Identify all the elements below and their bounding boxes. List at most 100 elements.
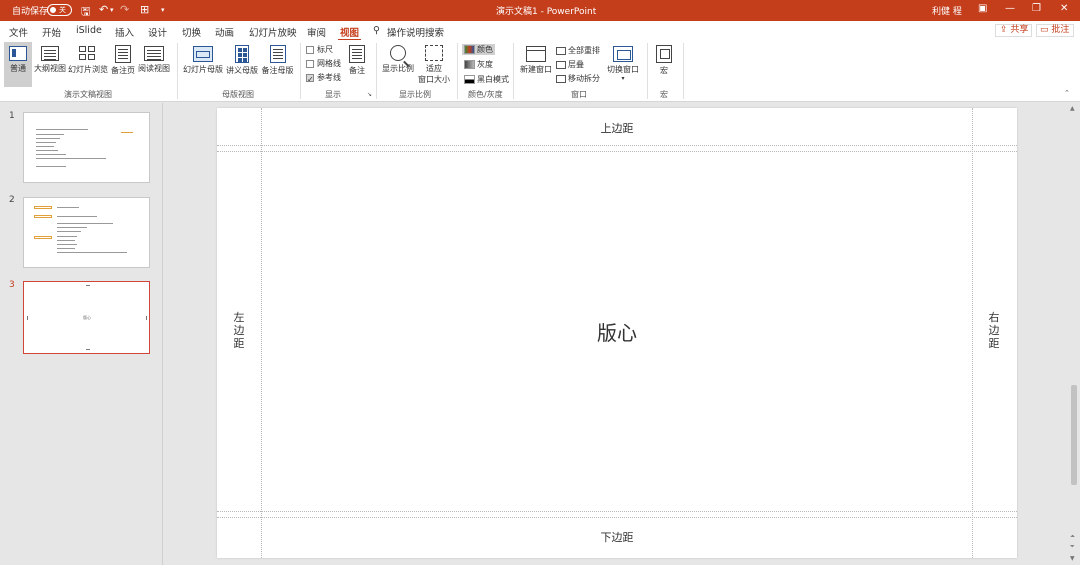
title-bar: 自动保存 关 🖫 ↶ ▾ ↷ ⊞ ▾ 演示文稿1 - PowerPoint 利健…	[0, 0, 1080, 21]
redo-icon[interactable]: ↷	[120, 3, 129, 16]
switch-window-icon	[613, 46, 633, 62]
document-title: 演示文稿1 - PowerPoint	[496, 7, 597, 17]
thumbnail-center-text: 版心	[83, 315, 91, 320]
new-window-button[interactable]: 新建窗口	[518, 42, 554, 87]
autosave-state: 关	[59, 6, 66, 14]
tab-transitions[interactable]: 切换	[182, 25, 201, 39]
move-split-icon	[556, 74, 566, 83]
notes-page-label: 备注页	[111, 66, 135, 75]
guide-horizontal[interactable]	[217, 511, 1017, 512]
notes-button[interactable]: 备注	[345, 42, 369, 87]
macros-button[interactable]: 宏	[652, 42, 676, 87]
outline-view-button[interactable]: 大纲视图	[33, 42, 67, 87]
top-margin-label[interactable]: 上边距	[217, 120, 1017, 136]
scroll-down-icon[interactable]: ▼	[1070, 555, 1075, 562]
scroll-up-icon[interactable]: ▲	[1070, 105, 1075, 112]
cascade-button[interactable]: 层叠	[556, 59, 584, 70]
normal-view-label: 普通	[10, 64, 26, 73]
group-label-presentation-views: 演示文稿视图	[64, 90, 112, 99]
notes-master-button[interactable]: 备注母版	[260, 42, 295, 87]
gridlines-check-box	[306, 59, 314, 68]
vertical-scrollbar[interactable]: ▲ ⏶ ⏷ ▼	[1068, 103, 1080, 565]
tell-me-search[interactable]: 操作说明搜索	[387, 25, 444, 39]
black-white-label: 黑白模式	[477, 75, 509, 84]
color-option[interactable]: 颜色	[462, 44, 495, 55]
thumbnail-bottom-mark	[86, 349, 90, 350]
slide-thumbnail-2[interactable]	[23, 197, 150, 268]
ribbon-display-options-icon[interactable]: ▣	[978, 3, 987, 14]
content-area-label[interactable]: 版心	[217, 317, 1017, 346]
reading-view-button[interactable]: 阅读视图	[137, 42, 171, 87]
tab-slideshow[interactable]: 幻灯片放映	[249, 25, 297, 39]
comments-button[interactable]: ▭ 批注	[1036, 24, 1074, 37]
arrange-all-button[interactable]: 全部重排	[556, 45, 600, 56]
share-icon: ⇪	[1000, 25, 1008, 35]
slide-master-button[interactable]: 幻灯片母版	[182, 42, 224, 87]
reading-view-label: 阅读视图	[138, 64, 170, 73]
next-slide-icon[interactable]: ⏷	[1070, 543, 1075, 551]
group-label-show: 显示	[325, 90, 341, 99]
save-icon[interactable]: 🖫	[81, 3, 90, 22]
tab-islide[interactable]: iSlide	[76, 25, 102, 36]
previous-slide-icon[interactable]: ⏶	[1070, 533, 1075, 541]
notes-page-button[interactable]: 备注页	[109, 42, 137, 87]
undo-dropdown-icon[interactable]: ▾	[110, 6, 114, 14]
tab-animations[interactable]: 动画	[215, 25, 234, 39]
present-from-start-icon[interactable]: ⊞	[140, 3, 149, 16]
outline-view-icon	[41, 46, 59, 61]
close-icon[interactable]: ✕	[1060, 3, 1068, 14]
guide-horizontal[interactable]	[217, 145, 1017, 146]
zoom-button[interactable]: 显示比例	[381, 42, 415, 87]
slide-thumbnail-1[interactable]	[23, 112, 150, 183]
tab-file[interactable]: 文件	[9, 25, 28, 39]
switch-window-dropdown-icon: ▾	[621, 75, 625, 82]
undo-icon[interactable]: ↶	[99, 3, 108, 16]
tab-view[interactable]: 视图	[337, 25, 362, 41]
thumbnail-text-line	[57, 244, 77, 245]
grayscale-option[interactable]: 灰度	[462, 59, 495, 70]
handout-master-button[interactable]: 讲义母版	[225, 42, 259, 87]
customize-quick-access-icon[interactable]: ▾	[161, 6, 165, 14]
user-name[interactable]: 利健 程	[932, 4, 962, 17]
guide-horizontal[interactable]	[217, 517, 1017, 518]
restore-icon[interactable]: ❐	[1032, 3, 1041, 14]
tab-insert[interactable]: 插入	[115, 25, 134, 39]
thumbnail-text-line	[57, 231, 81, 232]
new-window-label: 新建窗口	[520, 65, 552, 74]
slide-canvas[interactable]: 上边距 左 边 距 版心 右 边 距 下边距	[217, 108, 1017, 558]
black-white-swatch-icon	[464, 75, 475, 84]
group-label-master-views: 母版视图	[222, 90, 254, 99]
move-split-label: 移动拆分	[568, 74, 600, 83]
gridlines-checkbox[interactable]: 网格线	[306, 58, 341, 69]
group-separator	[647, 43, 648, 99]
switch-window-button[interactable]: 切换窗口 ▾	[605, 42, 641, 87]
thumbnail-text-line	[36, 154, 66, 155]
ruler-check-box	[306, 45, 314, 54]
collapse-ribbon-icon[interactable]: ⌃	[1064, 89, 1070, 97]
slide-sorter-button[interactable]: 幻灯片浏览	[68, 42, 108, 87]
scrollbar-thumb[interactable]	[1071, 385, 1077, 485]
group-separator	[177, 43, 178, 99]
show-dialog-launcher-icon[interactable]: ↘	[367, 91, 372, 98]
bottom-margin-label[interactable]: 下边距	[217, 529, 1017, 545]
ruler-checkbox[interactable]: 标尺	[306, 44, 333, 55]
share-button[interactable]: ⇪ 共享	[995, 24, 1032, 37]
thumbnail-text-line	[36, 129, 88, 130]
black-white-option[interactable]: 黑白模式	[462, 74, 511, 85]
tab-design[interactable]: 设计	[148, 25, 167, 39]
guide-horizontal[interactable]	[217, 151, 1017, 152]
fit-to-window-button[interactable]: 适应 窗口大小	[416, 42, 452, 87]
thumbnail-number: 1	[9, 111, 15, 121]
minimize-icon[interactable]: —	[1005, 3, 1015, 14]
slide-thumbnail-3[interactable]: 版心	[23, 281, 150, 354]
cascade-label: 层叠	[568, 60, 584, 69]
right-margin-label[interactable]: 右 边 距	[984, 311, 1004, 350]
handout-master-label: 讲义母版	[226, 66, 258, 75]
tab-review[interactable]: 审阅	[307, 25, 326, 39]
tab-home[interactable]: 开始	[42, 25, 61, 39]
move-split-button[interactable]: 移动拆分	[556, 73, 600, 84]
autosave-toggle[interactable]: 关	[47, 4, 72, 16]
normal-view-button[interactable]: 普通	[4, 42, 32, 87]
guides-checkbox[interactable]: ✓ 参考线	[306, 72, 341, 84]
group-separator	[376, 43, 377, 99]
